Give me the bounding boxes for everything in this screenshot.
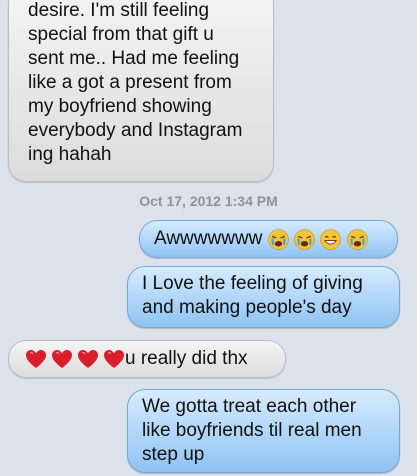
message-line: like a got a present from bbox=[28, 72, 232, 93]
message-line: ing hahah bbox=[28, 144, 112, 165]
message-line: and making people's day bbox=[142, 297, 352, 318]
message-line: like boyfriends til real men bbox=[142, 420, 362, 441]
red-heart-icon bbox=[78, 350, 98, 368]
message-line: sent me.. Had me feeling bbox=[28, 48, 240, 69]
grinning-face-icon bbox=[320, 228, 342, 250]
crying-face-icon bbox=[267, 228, 289, 250]
red-heart-icon bbox=[52, 350, 72, 368]
message-bubble-sent[interactable]: We gotta treat each other like boyfriend… bbox=[127, 389, 400, 473]
crying-face-icon bbox=[346, 228, 368, 250]
message-text: Awwwwwww bbox=[154, 228, 263, 249]
red-heart-icon bbox=[104, 350, 124, 368]
message-text: u really did thx bbox=[125, 348, 248, 369]
red-heart-icon bbox=[26, 350, 46, 368]
message-bubble-received[interactable]: u really did thx bbox=[8, 340, 286, 378]
message-line: step up bbox=[142, 444, 205, 465]
message-line: everybody and Instagram bbox=[28, 120, 243, 141]
crying-face-icon bbox=[294, 228, 315, 250]
message-line: We gotta treat each other bbox=[142, 396, 357, 417]
message-timestamp: Oct 17, 2012 1:34 PM bbox=[139, 193, 278, 209]
message-bubble-sent[interactable]: I Love the feeling of giving and making … bbox=[127, 266, 400, 328]
message-bubble-received[interactable]: desire. I'm still feeling special from t… bbox=[8, 0, 274, 182]
message-line: desire. I'm still feeling bbox=[28, 0, 210, 21]
message-bubble-sent[interactable]: Awwwwwww bbox=[139, 220, 398, 258]
message-line: I Love the feeling of giving bbox=[142, 273, 363, 294]
message-line: special from that gift u bbox=[28, 24, 214, 45]
message-line: my boyfriend showing bbox=[28, 96, 212, 117]
